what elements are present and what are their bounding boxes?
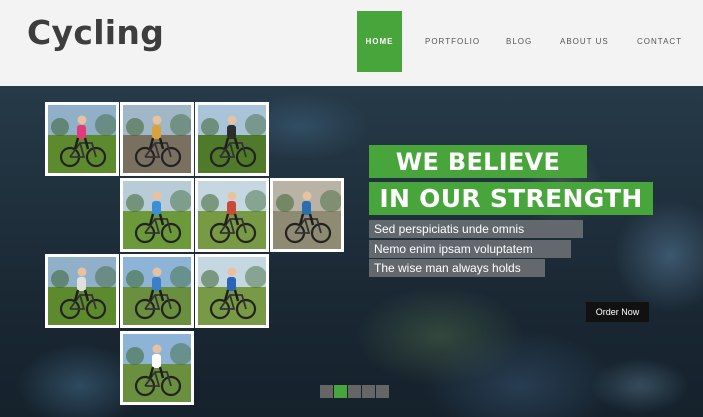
woman-mountain-bike-photo[interactable] [45,254,119,328]
girl-blue-bike-photo[interactable] [120,254,194,328]
slider-dot-2[interactable] [334,385,347,398]
order-now-button[interactable]: Order Now [586,302,649,322]
slider-dot-1[interactable] [320,385,333,398]
nav-portfolio[interactable]: PORTFOLIO [425,37,480,46]
subline-1: Sed perspiciatis unde omnis [369,220,583,238]
slider-dot-4[interactable] [362,385,375,398]
site-logo[interactable]: Cycling [27,13,164,52]
hero-slider [0,86,703,417]
nav-contact[interactable]: CONTACT [637,37,682,46]
headline-line-2: IN OUR STRENGTH [369,182,653,215]
slider-pagination [320,385,389,398]
group-cyclists-photo[interactable] [120,102,194,176]
slider-dot-5[interactable] [376,385,389,398]
cyclist-portrait-photo[interactable] [120,331,194,405]
slider-dot-3[interactable] [348,385,361,398]
girl-on-bike-photo[interactable] [45,102,119,176]
kid-folding-bike-photo[interactable] [120,178,194,252]
racing-cyclist-photo[interactable] [270,178,344,252]
nav-blog[interactable]: BLOG [506,37,532,46]
cyclists-field-photo[interactable] [195,178,269,252]
subline-3: The wise man always holds [369,259,545,277]
nav-home[interactable]: HOME [357,11,402,72]
headline-line-1: WE BELIEVE [369,145,587,178]
mountain-cyclist-photo[interactable] [195,102,269,176]
cyclist-blue-jersey-photo[interactable] [195,254,269,328]
nav-about-us[interactable]: ABOUT US [560,37,609,46]
site-header: Cycling HOME PORTFOLIO BLOG ABOUT US CON… [0,0,703,86]
subline-2: Nemo enim ipsam voluptatem [369,240,571,258]
